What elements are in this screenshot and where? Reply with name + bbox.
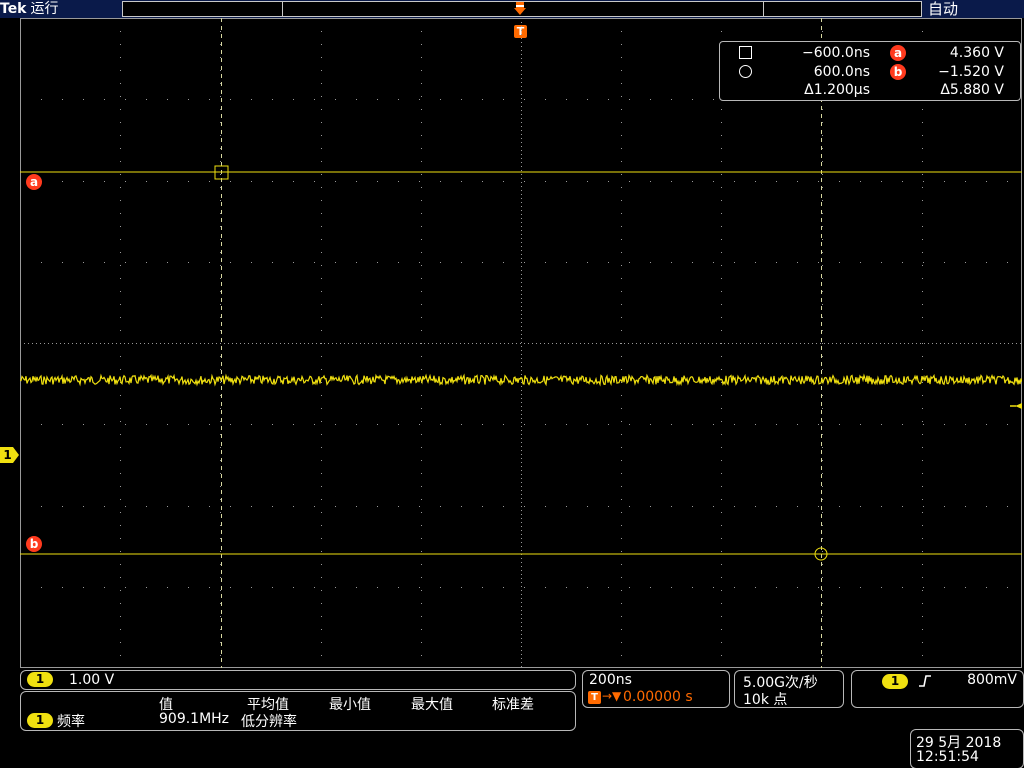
cursor-1-time: −600.0ns [802, 45, 870, 61]
meas-name: 频率 [57, 714, 85, 730]
trigger-arrow-down-icon: →▼ [602, 689, 622, 703]
meas-channel-badge: 1 [27, 713, 53, 728]
time-per-div: 200ns [589, 672, 632, 688]
vertical-scale-value: 1.00 V [69, 672, 115, 688]
meas-value: 909.1MHz [159, 711, 230, 727]
vertical-scale-panel[interactable]: 1 1.00 V [20, 670, 576, 690]
trigger-level: 800mV [967, 672, 1017, 688]
square-cursor-icon [739, 46, 752, 59]
trigger-level-marker[interactable] [1010, 397, 1022, 409]
meas-header-min: 最小值 [329, 697, 371, 713]
trigger-source-badge: 1 [882, 674, 908, 689]
cursor-2-row: 600.0ns b −1.520 V [720, 63, 1020, 81]
datetime-panel: 29 5月 2018 12:51:54 [910, 729, 1024, 768]
cursor-b-badge: b [890, 64, 906, 80]
waveform-graticule[interactable] [20, 18, 1022, 668]
horizontal-panel[interactable]: 200ns T →▼ 0.00000 s [582, 670, 730, 708]
tek-logo: Tek [0, 1, 27, 17]
channel-marker-label: 1 [3, 448, 12, 462]
cursor-a-label[interactable]: a [26, 174, 42, 190]
cursor-a-voltage: 4.360 V [949, 45, 1004, 61]
cursor-1-row: −600.0ns a 4.360 V [720, 44, 1020, 62]
cursor-delta-row: Δ1.200µs Δ5.880 V [720, 81, 1020, 99]
graticule-svg [20, 18, 1022, 668]
cursor-2-time: 600.0ns [813, 64, 870, 80]
trigger-panel[interactable]: 1 800mV [851, 670, 1024, 708]
delta-voltage: Δ5.880 V [940, 82, 1004, 98]
trigger-level-arrow-icon [1010, 403, 1022, 409]
measurement-panel[interactable]: 值 平均值 最小值 最大值 标准差 1 频率 909.1MHz 低分辨率 [20, 691, 576, 731]
oscilloscope-screen: Tek 运行 自动 T a b 1 −600.0ns a 4.360 V 600… [0, 0, 1024, 768]
time-display: 12:51:54 [916, 749, 979, 765]
record-length: 10k 点 [743, 692, 788, 708]
cursor-b-voltage: −1.520 V [938, 64, 1004, 80]
cursor-a-badge: a [890, 45, 906, 61]
cursor-b-label[interactable]: b [26, 536, 42, 552]
rising-edge-icon [918, 674, 932, 688]
meas-header-stddev: 标准差 [492, 697, 534, 713]
brand-and-run-status: Tek 运行 [0, 0, 59, 18]
meas-header-max: 最大值 [411, 697, 453, 713]
run-status[interactable]: 运行 [31, 1, 59, 17]
horizontal-position: 0.00000 s [623, 689, 693, 705]
acquisition-panel[interactable]: 5.00G次/秒 10k 点 [734, 670, 844, 708]
channel-1-trace [20, 373, 1022, 387]
meas-resolution-note: 低分辨率 [241, 714, 297, 730]
channel-1-ground-marker[interactable]: 1 [0, 447, 20, 463]
circle-cursor-icon [739, 65, 752, 78]
trigger-position-icon: T [588, 691, 601, 704]
channel-1-badge: 1 [27, 672, 53, 687]
trigger-mode-status[interactable]: 自动 [928, 0, 958, 18]
delta-time: Δ1.200µs [804, 82, 870, 98]
cursor-readout-panel[interactable]: −600.0ns a 4.360 V 600.0ns b −1.520 V Δ1… [719, 41, 1021, 101]
